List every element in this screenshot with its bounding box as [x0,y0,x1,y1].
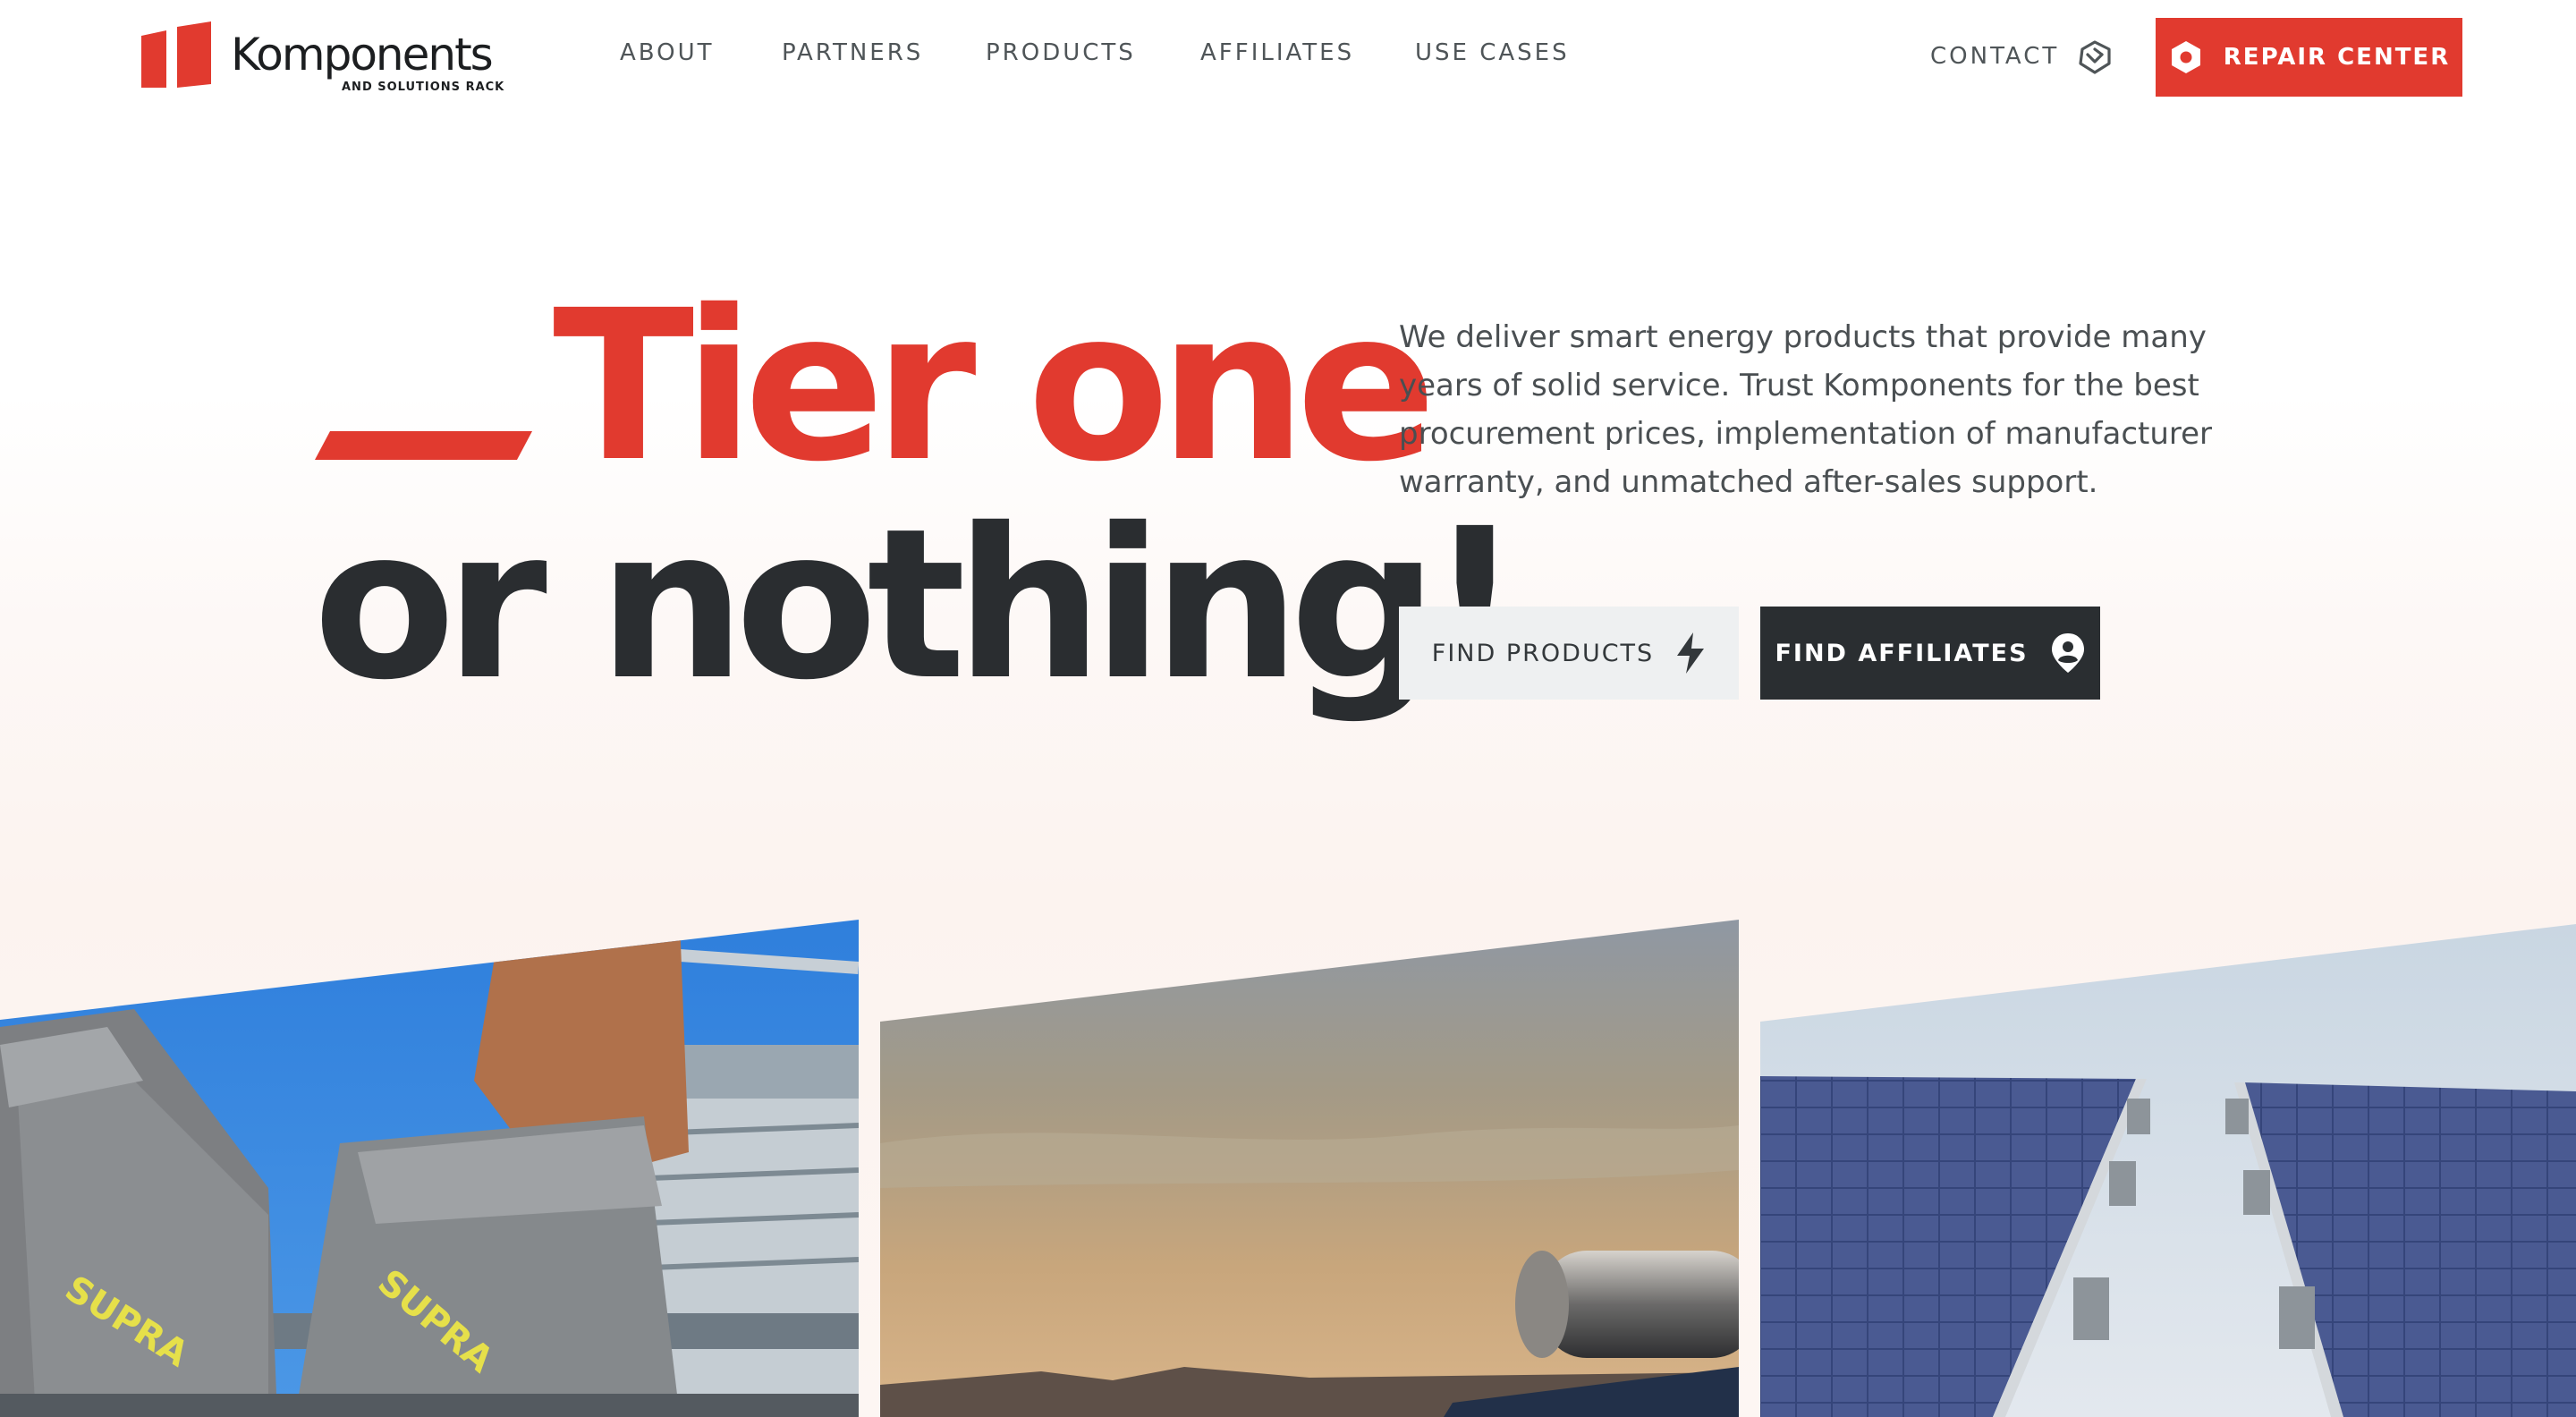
contact-link[interactable]: CONTACT [1930,36,2114,77]
find-affiliates-button[interactable]: FIND AFFILIATES [1760,607,2100,700]
nav-item-about[interactable]: ABOUT [620,39,715,66]
location-person-icon [2051,633,2084,673]
repair-center-label: REPAIR CENTER [2223,44,2451,71]
hero-description: We deliver smart energy products that pr… [1399,319,2213,500]
gloved-hands-photo: SUPRA SUPRA [0,920,859,1417]
solar-panels-photo [1760,920,2576,1417]
nav-item-affiliates[interactable]: AFFILIATES [1200,39,1354,66]
sunset-solar-water-heater-photo [880,920,1739,1417]
hero-headline-line1: Tier one [553,266,1436,507]
hero-headline-line2: or nothing! [313,484,1522,725]
nav-item-partners[interactable]: PARTNERS [782,39,923,66]
brand-name: Komponents [231,29,494,81]
site-header: Komponents AND SOLUTIONS RACK ABOUT PART… [0,0,2576,115]
brand-logo[interactable]: Komponents AND SOLUTIONS RACK [141,21,504,97]
repair-center-button[interactable]: REPAIR CENTER [2156,18,2462,97]
find-products-label: FIND PRODUCTS [1431,639,1655,667]
find-products-button[interactable]: FIND PRODUCTS [1399,607,1739,700]
headline-accent-dash [315,431,533,460]
nav-item-use-cases[interactable]: USE CASES [1415,39,1570,66]
handshake-icon [2079,40,2111,74]
brand-tagline: AND SOLUTIONS RACK [342,81,505,94]
hexagon-nut-icon [2171,41,2200,73]
contact-label: CONTACT [1930,43,2060,70]
nav-item-products[interactable]: PRODUCTS [986,39,1136,66]
find-affiliates-label: FIND AFFILIATES [1775,639,2029,667]
logo-mark-icon [141,21,211,88]
lightning-bolt-icon [1677,632,1705,674]
